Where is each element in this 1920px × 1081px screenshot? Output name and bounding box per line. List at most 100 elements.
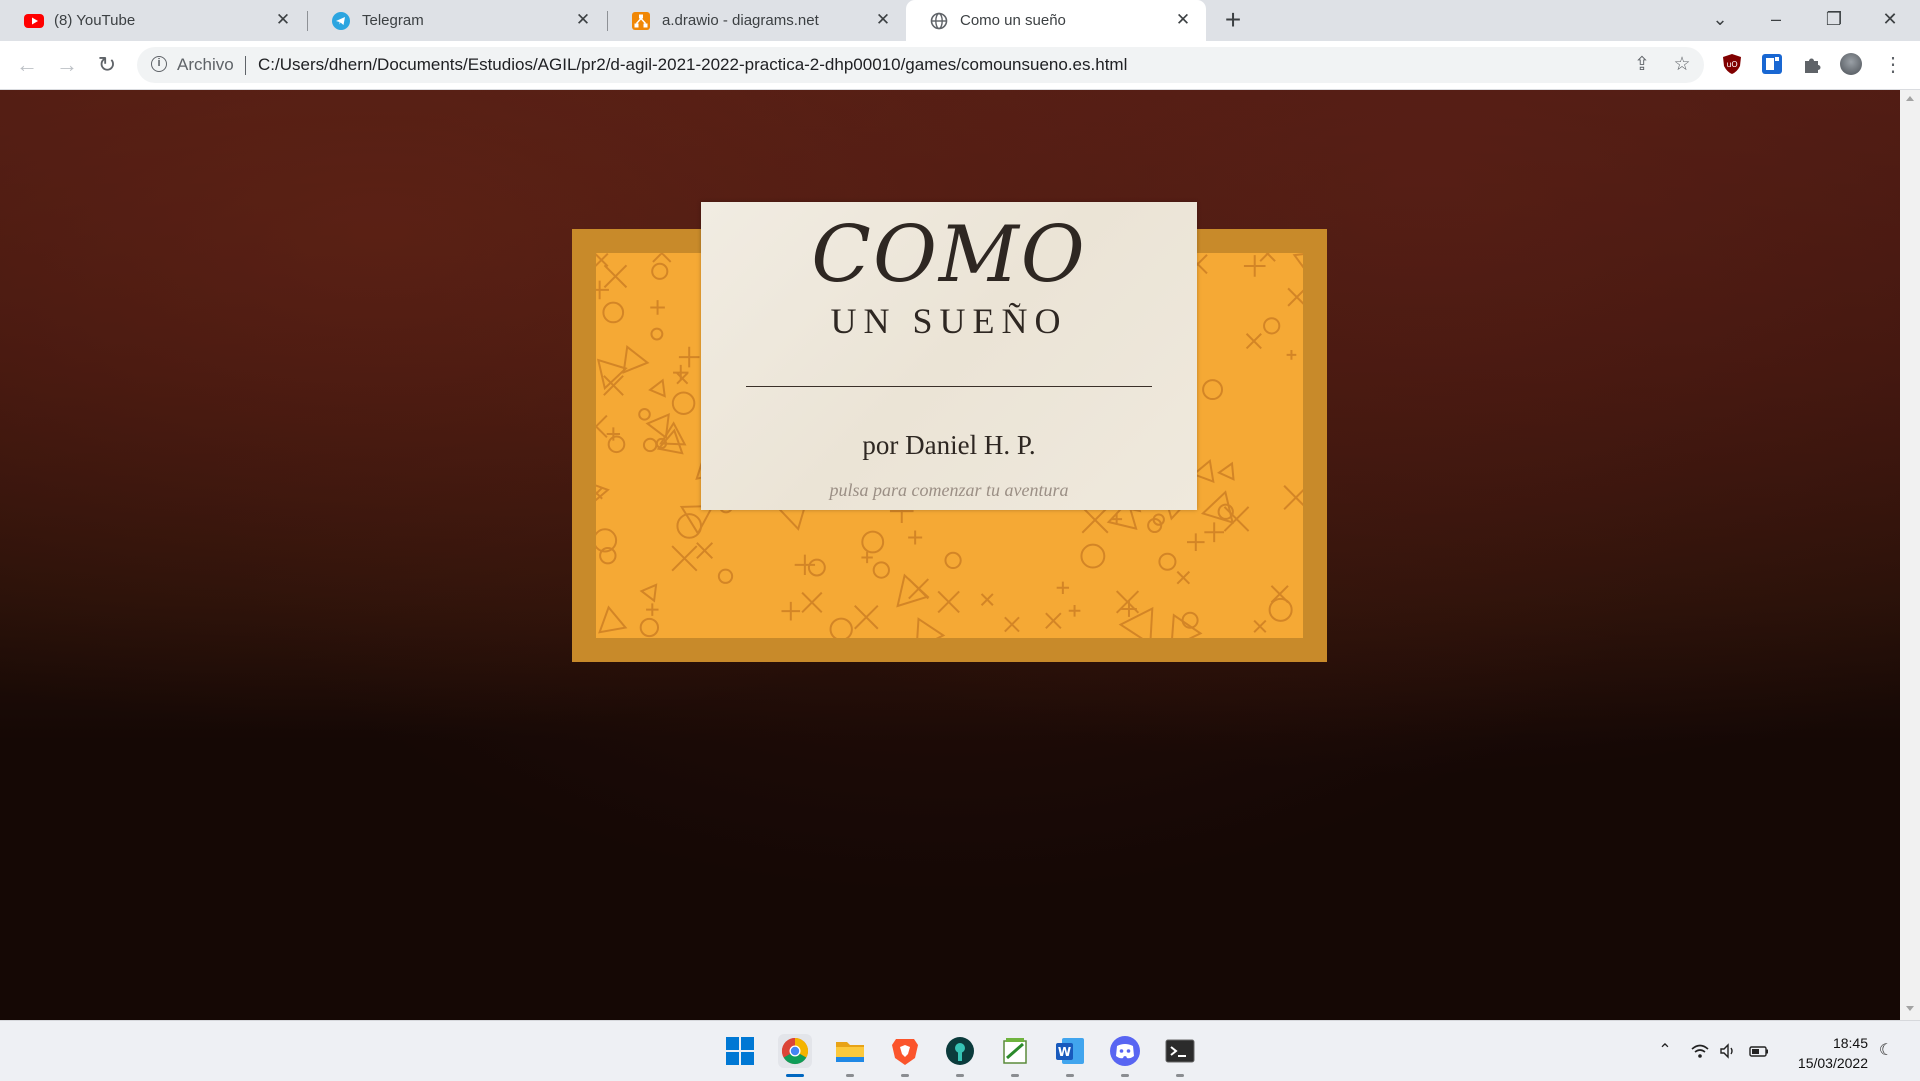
- start-hint[interactable]: pulsa para comenzar tu aventura: [701, 480, 1197, 501]
- clock-time: 18:45: [1832, 1035, 1868, 1051]
- plus-mark: [861, 551, 873, 564]
- forward-icon[interactable]: →: [53, 51, 81, 79]
- close-icon[interactable]: ✕: [274, 11, 292, 29]
- circle-mark: [717, 568, 734, 584]
- plus-mark: [1186, 533, 1205, 551]
- plus-mark: [646, 603, 659, 616]
- reload-icon[interactable]: ↻: [93, 51, 121, 79]
- address-divider: [245, 56, 246, 75]
- youtube-icon: [24, 12, 44, 30]
- battery-icon[interactable]: [1748, 1041, 1768, 1061]
- plus-mark: [908, 530, 923, 545]
- cross-mark: [801, 591, 823, 613]
- drawio-icon: [632, 11, 650, 30]
- tab-drawio[interactable]: a.drawio - diagrams.net ✕: [608, 0, 906, 41]
- circle-mark: [642, 437, 658, 453]
- minimize-icon[interactable]: –: [1748, 0, 1804, 41]
- triangle-mark: [598, 605, 628, 634]
- plus-mark: [1068, 604, 1081, 617]
- close-icon[interactable]: ✕: [574, 11, 592, 29]
- triangle-mark: [916, 617, 946, 638]
- cross-mark: [1253, 619, 1267, 633]
- menu-kebab-icon[interactable]: ⋮: [1879, 51, 1907, 79]
- cross-mark: [676, 372, 689, 385]
- cross-mark: [1270, 585, 1289, 604]
- tab-title: Telegram: [362, 12, 424, 29]
- tab-youtube[interactable]: (8) YouTube ✕: [0, 0, 306, 41]
- plus-mark: [1204, 522, 1225, 543]
- circle-mark: [639, 617, 660, 638]
- wifi-icon[interactable]: [1690, 1041, 1710, 1061]
- cross-mark: [1004, 616, 1020, 633]
- svg-text:W: W: [1058, 1045, 1071, 1059]
- cross-mark: [696, 542, 714, 560]
- system-clock[interactable]: 18:45 15/03/2022: [1784, 1033, 1868, 1073]
- triangle-mark: [1217, 461, 1235, 481]
- scroll-up-icon[interactable]: [1906, 96, 1914, 101]
- circle-mark: [872, 561, 890, 579]
- cross-mark: [1245, 333, 1262, 350]
- tab-telegram[interactable]: Telegram ✕: [308, 0, 606, 41]
- clock-date: 15/03/2022: [1797, 1055, 1868, 1071]
- cross-mark: [596, 253, 609, 268]
- close-window-icon[interactable]: ✕: [1862, 0, 1918, 41]
- volume-icon[interactable]: [1718, 1041, 1738, 1061]
- gitkraken-icon[interactable]: [943, 1034, 977, 1068]
- chevron-up-icon[interactable]: ⌃: [1655, 1041, 1675, 1061]
- plus-mark: [673, 364, 689, 381]
- brave-icon[interactable]: [888, 1034, 922, 1068]
- tab-title: Como un sueño: [960, 12, 1066, 29]
- profile-avatar[interactable]: [1840, 53, 1862, 75]
- game-subtitle: UN SUEÑO: [830, 301, 1068, 341]
- page-scrollbar[interactable]: [1900, 90, 1920, 1020]
- plus-mark: [794, 554, 816, 576]
- circle-mark: [944, 551, 962, 570]
- active-indicator: [786, 1074, 804, 1077]
- running-indicator: [1066, 1074, 1074, 1077]
- bookmark-star-icon[interactable]: ☆: [1671, 54, 1693, 76]
- browser-toolbar: ← → ↻ i Archivo C:/Users/dhern/Documents…: [0, 41, 1920, 90]
- word-icon[interactable]: W: [1053, 1034, 1087, 1068]
- tab-search-icon[interactable]: ⌄: [1692, 0, 1748, 41]
- circle-mark: [1080, 543, 1106, 569]
- running-indicator: [1121, 1074, 1129, 1077]
- notifications-moon-icon[interactable]: ☾: [1876, 1041, 1896, 1061]
- globe-icon: [930, 12, 948, 30]
- triangle-mark: [645, 413, 670, 440]
- close-icon[interactable]: ✕: [1174, 11, 1192, 29]
- tab-como-un-sueno[interactable]: Como un sueño ✕: [906, 0, 1206, 41]
- cross-mark: [980, 593, 994, 606]
- circle-mark: [1158, 552, 1177, 571]
- close-icon[interactable]: ✕: [874, 11, 892, 29]
- back-icon[interactable]: ←: [13, 51, 41, 79]
- terminal-icon[interactable]: [1163, 1034, 1197, 1068]
- ublock-icon[interactable]: uO: [1721, 53, 1743, 75]
- triangle-mark: [1292, 253, 1303, 269]
- circle-mark: [602, 301, 625, 324]
- address-bar[interactable]: i Archivo C:/Users/dhern/Documents/Estud…: [137, 47, 1704, 83]
- restore-icon[interactable]: ❐: [1806, 0, 1862, 41]
- extension-blue-icon[interactable]: [1761, 53, 1783, 75]
- address-url[interactable]: C:/Users/dhern/Documents/Estudios/AGIL/p…: [258, 55, 1127, 75]
- discord-icon[interactable]: [1108, 1034, 1142, 1068]
- notepad-icon[interactable]: [998, 1034, 1032, 1068]
- title-card[interactable]: COMO UN SUEÑO por Daniel H. P. pulsa par…: [701, 202, 1197, 510]
- extensions-puzzle-icon[interactable]: [1801, 53, 1823, 75]
- new-tab-button[interactable]: +: [1218, 6, 1248, 36]
- plus-mark: [650, 300, 665, 315]
- tab-bar: (8) YouTube ✕ Telegram ✕ a.drawio - diag…: [0, 0, 1920, 41]
- cross-mark: [1283, 485, 1303, 511]
- scroll-down-icon[interactable]: [1906, 1006, 1914, 1011]
- start-icon[interactable]: [723, 1034, 757, 1068]
- cross-mark: [652, 253, 672, 263]
- file-explorer-icon[interactable]: [833, 1034, 867, 1068]
- chrome-icon[interactable]: [778, 1034, 812, 1068]
- running-indicator: [1011, 1074, 1019, 1077]
- tab-title: a.drawio - diagrams.net: [662, 12, 819, 29]
- info-icon[interactable]: i: [151, 56, 167, 72]
- share-icon[interactable]: ⇪: [1631, 54, 1653, 76]
- cross-mark: [603, 264, 628, 289]
- circle-mark: [638, 408, 651, 421]
- author-text: por Daniel H. P.: [862, 430, 1036, 460]
- plus-mark: [1286, 350, 1297, 360]
